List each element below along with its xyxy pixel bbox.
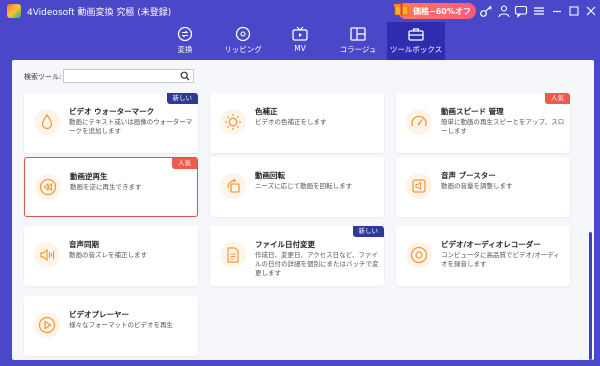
tool-card-watermark[interactable]: ビデオ ウォーターマーク 動画にテキスト或いは画像のウォーターマークを追加します… [24,93,198,153]
recorder-icon [406,242,432,268]
popular-badge: 人気 [172,158,197,169]
disc-icon [234,26,252,42]
promo-button[interactable]: 価格−60%オフ [394,1,476,19]
new-badge: 新しい [166,93,198,104]
tab-ripping[interactable]: リッピング [218,22,268,60]
tool-card-rotate[interactable]: 動画回転 ニーズに応じて動画を回転します [210,157,384,217]
window-title: 4Videosoft 動画変換 究極 (未登録) [27,8,172,18]
tool-description: ビデオの色補正をします [255,118,327,126]
tab-collage[interactable]: コラージュ [330,22,386,60]
app-logo [7,4,21,18]
tab-toolbox[interactable]: ツールボックス [387,22,445,60]
tool-title: 動画逆再生 [70,172,108,181]
tab-label: ツールボックス [389,45,443,54]
tool-description: 動画にテキスト或いは画像のウォーターマークを追加します [69,118,193,135]
tool-description: コンピュータに高品質でビデオ/オーディオを録音します [441,251,560,268]
tool-title: 音声同期 [69,240,99,249]
tab-label: 変換 [177,45,193,54]
popular-badge: 人気 [545,93,570,104]
key-icon[interactable] [479,4,493,18]
tool-title: 音声 ブースター [441,171,496,180]
play-icon [34,312,60,338]
rotate-icon [220,173,246,199]
maximize-icon[interactable] [567,4,581,18]
droplet-icon [34,109,60,135]
top-nav: 変換 リッピング MV コラージュ ツールボックス [0,22,600,60]
tool-card-recorder[interactable]: ビデオ/オーディオレコーダー コンピュータに高品質でビデオ/オーディオを録音しま… [396,226,570,286]
tool-card-color-correction[interactable]: 色補正 ビデオの色補正をします [210,93,384,153]
toolbox-panel: 検索ツール: ビデオ ウォーターマーク 動画にテキスト或いは画像のウォーターマー… [12,60,594,360]
speaker-icon [406,173,432,199]
tool-description: ニーズに応じて動画を回転します [255,182,353,190]
tool-title: ファイル日付変更 [255,240,315,249]
search-icon[interactable] [180,71,190,81]
tv-icon [291,26,309,42]
tool-title: 動画回転 [255,171,285,180]
tool-description: 動画を逆に再生できます [70,183,142,191]
tool-card-reverse[interactable]: 動画逆再生 動画を逆に再生できます 人気 [24,157,198,217]
audio-sync-icon [34,242,60,268]
tool-card-volume-booster[interactable]: 音声 ブースター 動画の音量を調整します [396,157,570,217]
file-date-icon [220,242,246,268]
tool-description: 簡単に動画の再生スピーとをアップ、スローします [441,118,565,135]
tool-title: ビデオプレーヤー [69,310,129,319]
speedometer-icon [406,109,432,135]
tab-mv[interactable]: MV [278,22,322,60]
promo-label: 価格−60%オフ [413,7,471,16]
sun-icon [220,109,246,135]
rewind-icon [35,174,61,200]
tool-card-file-date[interactable]: ファイル日付変更 作成日、変更日、アクセス日など、ファイルの日付の詳細を個別にま… [210,226,384,286]
close-icon[interactable] [584,4,598,18]
user-icon[interactable] [497,4,511,18]
chat-icon[interactable] [514,4,528,18]
menu-icon[interactable] [532,4,546,18]
title-bar: 4Videosoft 動画変換 究極 (未登録) 価格−60%オフ [0,0,600,22]
tool-title: ビデオ ウォーターマーク [69,107,155,116]
tool-card-video-player[interactable]: ビデオプレーヤー 様々なフォーマットのビデオを再生 [24,296,198,356]
tool-description: 動画の音量を調整します [441,182,513,190]
tab-convert[interactable]: 変換 [162,22,208,60]
tab-label: MV [294,44,306,53]
minimize-icon[interactable] [550,4,564,18]
search-input[interactable] [63,69,194,83]
tool-title: ビデオ/オーディオレコーダー [441,240,541,249]
tool-card-speed[interactable]: 動画スピード 管理 簡単に動画の再生スピーとをアップ、スローします 人気 [396,93,570,153]
tab-label: リッピング [224,45,262,54]
scrollbar-thumb[interactable] [589,232,592,360]
tool-description: 作成日、変更日、アクセス日など、ファイルの日付の詳細を個別にまたはバッチで変更し… [255,251,379,277]
tool-description: 動画の音ズレを補正します [69,251,147,259]
tool-title: 動画スピード 管理 [441,107,504,116]
toolbox-icon [407,26,425,42]
tool-card-audio-sync[interactable]: 音声同期 動画の音ズレを補正します [24,226,198,286]
gift-icon [394,1,409,16]
tool-description: 様々なフォーマットのビデオを再生 [69,321,173,329]
convert-icon [176,26,194,42]
new-badge: 新しい [352,226,384,237]
tool-title: 色補正 [255,107,278,116]
tab-label: コラージュ [339,45,377,54]
collage-icon [349,26,367,42]
search-label: 検索ツール: [24,73,62,81]
